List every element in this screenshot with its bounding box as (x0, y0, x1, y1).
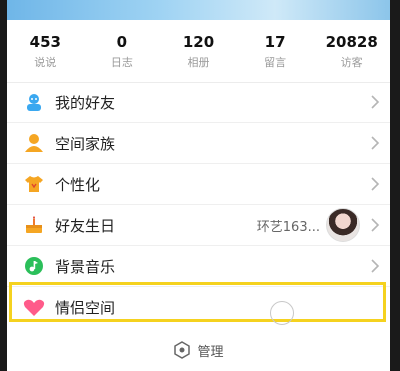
touch-indicator (270, 301, 294, 325)
stat-label: 说说 (34, 55, 57, 69)
family-icon (23, 132, 45, 154)
stat-value: 453 (29, 32, 61, 51)
menu-item-music[interactable]: 背景音乐 (7, 246, 390, 287)
highlight-frame (9, 282, 386, 322)
stat-value: 20828 (325, 32, 378, 51)
stat-label: 留言 (264, 55, 287, 69)
chevron-right-icon (371, 259, 380, 273)
music-note-icon (23, 255, 45, 277)
header-cover-banner (7, 0, 390, 20)
chevron-right-icon (371, 95, 380, 109)
tshirt-icon (23, 173, 45, 195)
menu-label: 空间家族 (55, 134, 116, 153)
manage-button[interactable]: 管理 (7, 336, 390, 364)
stat-value: 120 (182, 32, 215, 51)
qzone-profile-screen: 453 说说 0 日志 120 相册 17 留言 20828 访客 我的好友 空… (7, 0, 390, 371)
birthday-cake-icon (23, 214, 45, 236)
birthday-friend-name: 环艺163... (256, 219, 320, 235)
stat-label: 日志 (110, 55, 133, 69)
menu-label: 好友生日 (55, 216, 116, 235)
stat-value: 17 (264, 32, 286, 51)
menu-item-family[interactable]: 空间家族 (7, 123, 390, 164)
friends-icon (23, 91, 45, 113)
menu-label: 我的好友 (55, 93, 116, 112)
manage-label: 管理 (197, 344, 224, 360)
menu-item-birthday[interactable]: 好友生日 环艺163... (7, 205, 390, 246)
chevron-right-icon (371, 177, 380, 191)
stat-value: 0 (116, 32, 128, 51)
avatar (326, 208, 360, 242)
stat-posts[interactable]: 453 说说 (7, 20, 84, 82)
stat-albums[interactable]: 120 相册 (160, 20, 237, 82)
stat-messages[interactable]: 17 留言 (237, 20, 314, 82)
stat-label: 相册 (187, 55, 210, 69)
stat-label: 访客 (340, 55, 363, 69)
menu-item-personalize[interactable]: 个性化 (7, 164, 390, 205)
menu-label: 背景音乐 (55, 257, 116, 276)
menu-label: 个性化 (55, 175, 101, 194)
stat-blogs[interactable]: 0 日志 (84, 20, 161, 82)
stats-bar: 453 说说 0 日志 120 相册 17 留言 20828 访客 (7, 20, 390, 83)
chevron-right-icon (371, 136, 380, 150)
chevron-right-icon (371, 218, 380, 232)
hexagon-settings-icon (174, 341, 191, 359)
menu-item-friends[interactable]: 我的好友 (7, 82, 390, 123)
stat-visitors[interactable]: 20828 访客 (313, 20, 390, 82)
